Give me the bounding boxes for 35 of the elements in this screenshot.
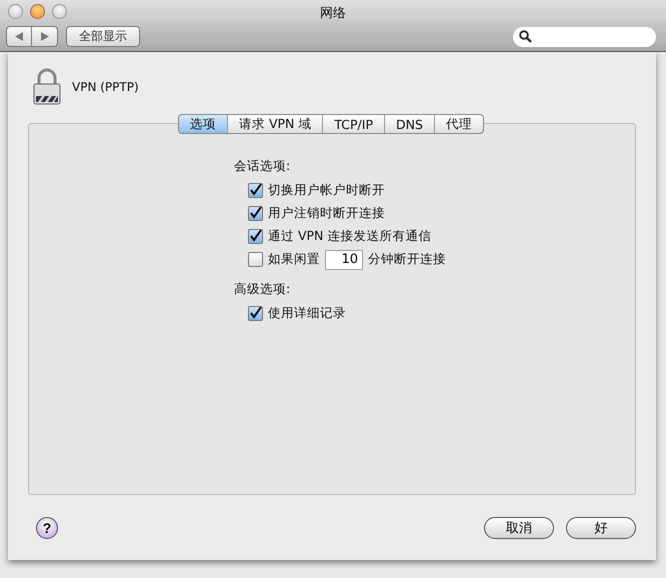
tab[interactable]: 代理: [434, 115, 483, 133]
back-arrow-icon: [15, 32, 23, 41]
service-name: VPN (PPTP): [72, 80, 139, 94]
search-icon: [519, 30, 532, 43]
help-button[interactable]: ?: [36, 517, 58, 539]
dialog-button[interactable]: 取消: [484, 517, 554, 539]
dialog-button[interactable]: 好: [566, 517, 636, 539]
close-button[interactable]: [8, 4, 23, 19]
checkbox[interactable]: [248, 229, 263, 244]
window-title: 网络: [320, 5, 346, 22]
tab[interactable]: DNS: [384, 115, 434, 133]
forward-arrow-icon: [40, 32, 48, 41]
checkbox[interactable]: [248, 183, 263, 198]
section-title: 会话选项:: [234, 158, 292, 175]
checkbox[interactable]: [248, 306, 263, 321]
back-button[interactable]: [6, 26, 32, 47]
zoom-button[interactable]: [52, 4, 67, 19]
minimize-button[interactable]: [30, 4, 45, 19]
option-label: 使用详细记录: [268, 305, 346, 322]
tab[interactable]: TCP/IP: [322, 115, 384, 133]
minutes-field[interactable]: 10: [325, 250, 363, 270]
padlock-icon: [32, 68, 62, 106]
forward-button[interactable]: [32, 26, 58, 47]
option-label: 切换用户帐户时断开: [268, 182, 385, 199]
option-label: 通过 VPN 连接发送所有通信: [268, 228, 432, 245]
show-all-button[interactable]: 全部显示: [66, 26, 140, 47]
option-label: 如果闲置: [268, 251, 320, 268]
option-label: 用户注销时断开连接: [268, 205, 385, 222]
tab[interactable]: 请求 VPN 域: [227, 115, 322, 133]
option-label: 分钟断开连接: [368, 251, 446, 268]
tab[interactable]: 选项: [179, 115, 227, 133]
search-field[interactable]: [513, 26, 656, 46]
checkbox[interactable]: [248, 252, 263, 267]
checkbox[interactable]: [248, 206, 263, 221]
section-title: 高级选项:: [234, 281, 292, 298]
